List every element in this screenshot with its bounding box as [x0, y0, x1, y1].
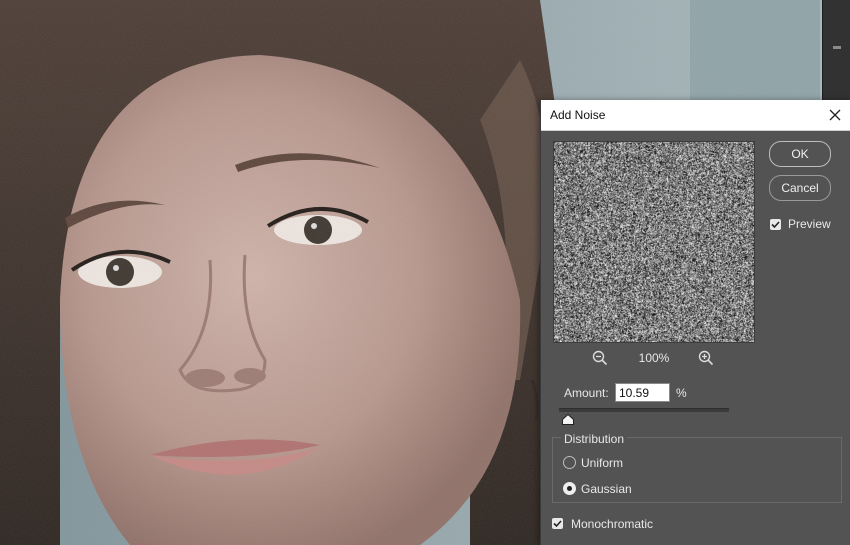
panel-edge	[822, 0, 850, 100]
checkmark-icon	[553, 520, 562, 528]
gaussian-label: Gaussian	[581, 482, 632, 496]
distribution-legend: Distribution	[561, 432, 628, 446]
monochromatic-checkbox[interactable]	[552, 518, 563, 529]
uniform-label: Uniform	[581, 456, 624, 470]
preview-checkbox[interactable]	[770, 219, 781, 230]
zoom-out-icon	[592, 350, 608, 366]
zoom-out-button[interactable]	[591, 349, 609, 367]
noise-preview-image	[554, 142, 754, 342]
checkmark-icon	[771, 221, 780, 229]
preview-label: Preview	[788, 217, 831, 231]
amount-input[interactable]	[615, 383, 670, 402]
dialog-title: Add Noise	[550, 108, 606, 122]
cancel-button[interactable]: Cancel	[769, 175, 831, 201]
amount-slider-track[interactable]	[559, 408, 729, 412]
slider-thumb-icon	[562, 413, 574, 425]
close-button[interactable]	[825, 105, 845, 125]
gaussian-radio[interactable]	[563, 482, 576, 495]
amount-slider-thumb[interactable]	[562, 412, 574, 425]
zoom-in-icon	[698, 350, 714, 366]
close-icon	[829, 109, 841, 121]
amount-label: Amount:	[564, 386, 609, 400]
amount-unit: %	[676, 386, 687, 400]
photoshop-workspace: Add Noise 100% OK Cancel Preview Amount:…	[0, 0, 850, 545]
zoom-in-button[interactable]	[697, 349, 715, 367]
add-noise-dialog: Add Noise 100% OK Cancel Preview Amount:…	[540, 100, 850, 545]
zoom-level: 100%	[638, 351, 670, 365]
uniform-radio[interactable]	[563, 456, 576, 469]
noise-preview[interactable]	[553, 141, 755, 343]
monochromatic-label: Monochromatic	[571, 517, 654, 531]
dialog-titlebar[interactable]: Add Noise	[541, 100, 850, 131]
panel-collapse-handle[interactable]	[833, 46, 841, 49]
ok-button[interactable]: OK	[769, 141, 831, 167]
